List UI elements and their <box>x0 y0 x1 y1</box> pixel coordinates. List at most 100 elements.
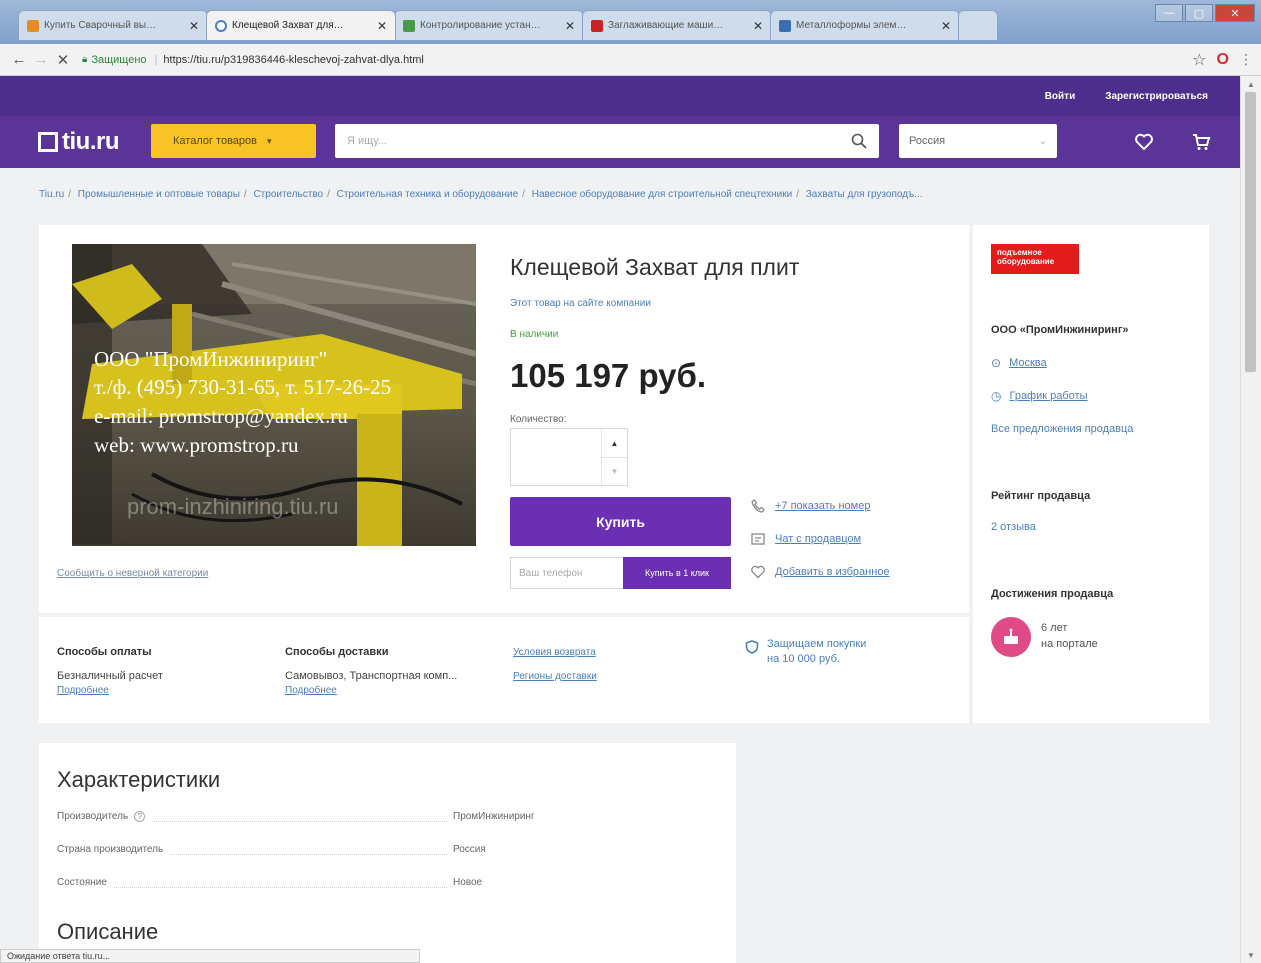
browser-tab-active[interactable]: Клещевой Захват для… ✕ <box>206 10 396 40</box>
breadcrumb-item[interactable]: Строительство <box>253 189 323 200</box>
payment-methods: Способы оплаты Безналичный расчет Подроб… <box>57 646 257 696</box>
tab-close-icon[interactable]: ✕ <box>747 19 763 33</box>
chat-label: Чат с продавцом <box>775 533 862 545</box>
delivery-methods: Способы доставки Самовывоз, Транспортная… <box>285 646 495 696</box>
watermark-text: web: www.promstrop.ru <box>94 433 299 457</box>
all-seller-offers-link[interactable]: Все предложения продавца <box>991 423 1133 435</box>
breadcrumb-item[interactable]: Tiu.ru <box>39 189 64 200</box>
back-arrow-icon[interactable]: ← <box>8 51 30 68</box>
protection-line2: на 10 000 руб. <box>767 653 840 665</box>
show-phone-link[interactable]: +7 показать номер <box>750 498 870 514</box>
product-price: 105 197 руб. <box>510 357 707 394</box>
window-controls: — ▢ ✕ <box>1155 4 1255 22</box>
page-scrollbar[interactable]: ▲ ▼ <box>1240 76 1261 963</box>
shield-icon <box>745 640 759 654</box>
seller-reviews-link[interactable]: 2 отзыва <box>991 521 1036 533</box>
characteristic-key: Производитель <box>57 811 129 822</box>
add-favorite-link[interactable]: Добавить в избранное <box>750 564 890 580</box>
tab-title: Купить Сварочный вы… <box>44 20 157 31</box>
logo-square-icon <box>38 132 58 152</box>
phone-input[interactable] <box>510 557 623 589</box>
tab-close-icon[interactable]: ✕ <box>371 19 387 33</box>
browser-tab[interactable]: Металлоформы элем… ✕ <box>770 10 960 40</box>
new-tab-button[interactable] <box>958 10 998 40</box>
delivery-more-link[interactable]: Подробнее <box>285 685 337 696</box>
quantity-stepper[interactable]: ▲ ▼ <box>510 428 628 486</box>
tab-close-icon[interactable]: ✕ <box>935 19 951 33</box>
lock-icon: 🔒︎ <box>82 54 88 65</box>
browser-tab[interactable]: Купить Сварочный вы… ✕ <box>18 10 208 40</box>
scroll-up-icon[interactable]: ▲ <box>1241 76 1261 92</box>
chat-link[interactable]: Чат с продавцом <box>750 531 861 547</box>
stop-icon[interactable]: ✕ <box>52 51 74 69</box>
decrement-arrow-icon[interactable]: ▼ <box>602 457 627 485</box>
register-link[interactable]: Зарегистрироваться <box>1105 91 1208 102</box>
minimize-icon[interactable]: — <box>1155 4 1183 22</box>
browser-status-bar: Ожидание ответа tiu.ru... <box>0 949 420 963</box>
breadcrumb-item[interactable]: Захваты для грузоподъ... <box>806 189 923 200</box>
return-info: Условия возврата Регионы доставки <box>513 646 713 682</box>
scroll-thumb[interactable] <box>1245 92 1256 372</box>
payment-more-link[interactable]: Подробнее <box>57 685 109 696</box>
url-text: https://tiu.ru/p319836446-kleschevoj-zah… <box>163 53 424 66</box>
site-logo[interactable]: tiu.ru <box>38 128 120 156</box>
search-icon[interactable] <box>851 133 867 149</box>
payment-value: Безналичный расчет <box>57 670 163 682</box>
browser-tab[interactable]: Контролирование устан… ✕ <box>394 10 584 40</box>
increment-arrow-icon[interactable]: ▲ <box>602 429 627 457</box>
browser-tab[interactable]: Заглаживающие маши… ✕ <box>582 10 772 40</box>
seller-rating-heading: Рейтинг продавца <box>991 490 1091 502</box>
scroll-down-icon[interactable]: ▼ <box>1241 947 1261 963</box>
tab-title: Контролирование устан… <box>420 20 541 31</box>
delivery-regions-link[interactable]: Регионы доставки <box>513 671 597 682</box>
buy-button[interactable]: Купить <box>510 497 731 546</box>
delivery-value: Самовывоз, Транспортная комп... <box>285 670 458 682</box>
tab-favicon-icon <box>779 19 791 32</box>
seller-logo-badge[interactable]: подъемное оборудование <box>991 244 1079 274</box>
address-bar: ← → ✕ 🔒︎ Защищено | https://tiu.ru/p3198… <box>0 44 1261 76</box>
characteristic-value: Россия <box>453 844 486 855</box>
opera-icon[interactable]: O <box>1217 51 1229 69</box>
phone-icon <box>751 499 765 513</box>
tab-close-icon[interactable]: ✕ <box>183 19 199 33</box>
url-field[interactable]: 🔒︎ Защищено | https://tiu.ru/p319836446-… <box>82 48 1184 72</box>
product-photo[interactable]: ООО "ПромИнжиниринг" т./ф. (495) 730-31-… <box>72 244 476 546</box>
breadcrumb-item[interactable]: Строительная техника и оборудование <box>337 189 519 200</box>
favorites-heart-icon[interactable] <box>1134 132 1154 152</box>
catalog-button[interactable]: Каталог товаров ▾ <box>151 124 316 158</box>
characteristic-row: Производитель? ПромИнжиниринг <box>57 811 677 827</box>
seller-city[interactable]: ⊙ Москва <box>991 356 1047 370</box>
maximize-icon[interactable]: ▢ <box>1185 4 1213 22</box>
region-select[interactable]: Россия ⌄ <box>899 124 1057 158</box>
return-conditions-link[interactable]: Условия возврата <box>513 647 596 658</box>
window-close-icon[interactable]: ✕ <box>1215 4 1255 22</box>
login-link[interactable]: Войти <box>1045 91 1076 102</box>
search-input[interactable] <box>347 135 851 147</box>
forward-arrow-icon[interactable]: → <box>30 51 52 68</box>
bookmark-star-icon[interactable]: ☆ <box>1192 50 1206 70</box>
search-box <box>335 124 879 158</box>
availability-status: В наличии <box>510 329 559 340</box>
buy-one-click-button[interactable]: Купить в 1 клик <box>623 557 731 589</box>
report-category-link[interactable]: Сообщить о неверной категории <box>57 568 208 579</box>
breadcrumb-item[interactable]: Навесное оборудование для строительной с… <box>532 189 792 200</box>
characteristic-value: ПромИнжиниринг <box>453 811 535 822</box>
tab-close-icon[interactable]: ✕ <box>559 19 575 33</box>
seller-name[interactable]: ООО «ПромИнжиниринг» <box>991 324 1129 336</box>
url-separator: | <box>154 53 158 66</box>
company-site-link[interactable]: Этот товар на сайте компании <box>510 298 651 309</box>
cake-icon <box>991 617 1031 657</box>
seller-schedule[interactable]: ◷ График работы <box>991 389 1087 403</box>
seller-on-portal: на портале <box>1041 638 1098 650</box>
browser-tabbar: Купить Сварочный вы… ✕ Клещевой Захват д… <box>0 0 1261 44</box>
menu-kebab-icon[interactable]: ⋮ <box>1239 51 1253 68</box>
seller-years-value: 6 лет <box>1041 622 1068 634</box>
breadcrumb: Tiu.ru / Промышленные и оптовые товары / С… <box>39 189 923 200</box>
cart-icon[interactable] <box>1191 132 1211 152</box>
purchase-protection[interactable]: Защищаем покупки на 10 000 руб. <box>745 638 866 665</box>
tab-title: Клещевой Захват для… <box>232 20 344 31</box>
info-icon[interactable]: ? <box>134 811 146 822</box>
site-top-strip: Войти Зарегистрироваться <box>0 76 1240 116</box>
breadcrumb-item[interactable]: Промышленные и оптовые товары <box>78 189 240 200</box>
secure-label: Защищено <box>91 53 147 66</box>
